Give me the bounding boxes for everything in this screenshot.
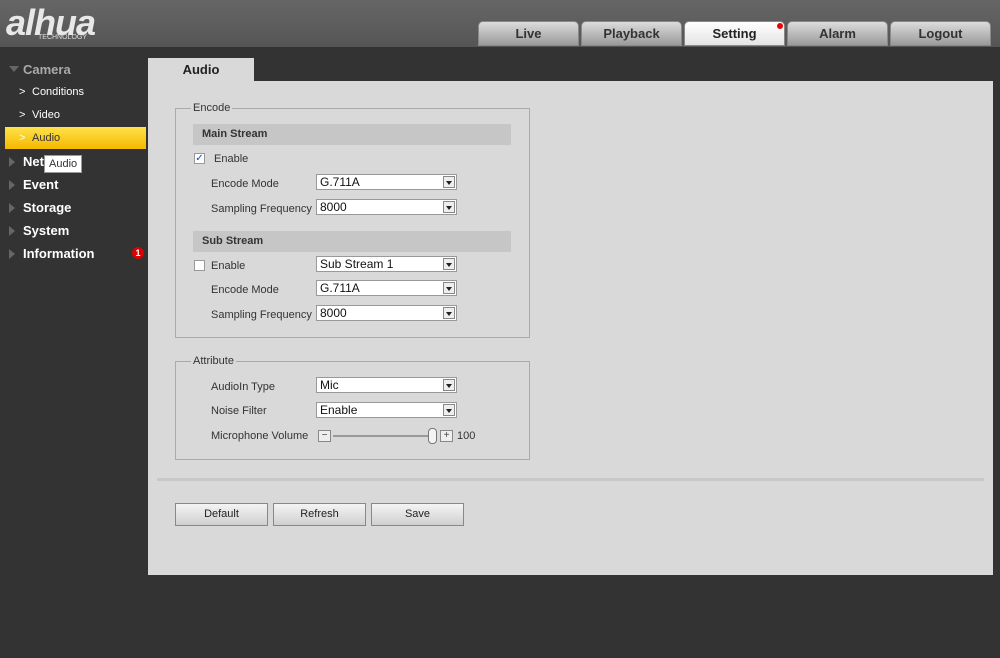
default-button[interactable]: Default	[175, 503, 268, 526]
tab-setting[interactable]: Setting	[684, 21, 785, 46]
tab-logout[interactable]: Logout	[890, 21, 991, 46]
volume-decrease-button[interactable]: −	[318, 430, 331, 442]
value: 8000	[320, 200, 347, 214]
sidebar-item-camera[interactable]: Camera	[0, 58, 148, 81]
attribute-legend: Attribute	[191, 355, 236, 367]
tab-playback[interactable]: Playback	[581, 21, 682, 46]
dropdown-arrow-icon	[443, 282, 455, 294]
sidebar-item-video[interactable]: > Video	[0, 104, 148, 126]
volume-value: 100	[457, 430, 476, 442]
dropdown-arrow-icon	[443, 201, 455, 213]
main-sampling-label: Sampling Frequency	[211, 203, 312, 215]
label: Net	[23, 154, 44, 169]
dropdown-arrow-icon	[443, 176, 455, 188]
page-tab-audio[interactable]: Audio	[148, 58, 254, 82]
main-encode-mode-label: Encode Mode	[211, 178, 279, 190]
main-encode-mode-select[interactable]: G.711A	[316, 174, 457, 190]
value: Enable	[320, 403, 358, 417]
sidebar-item-system[interactable]: System	[0, 219, 148, 242]
sub-stream-header: Sub Stream	[193, 231, 511, 252]
tab-alarm[interactable]: Alarm	[787, 21, 888, 46]
label: System	[23, 223, 70, 238]
expand-icon	[9, 226, 15, 236]
audioin-type-label: AudioIn Type	[211, 381, 276, 393]
dropdown-arrow-icon	[443, 307, 455, 319]
refresh-button[interactable]: Refresh	[273, 503, 366, 526]
sidebar-item-audio[interactable]: > Audio	[5, 127, 146, 149]
main-enable-checkbox[interactable]: ✓	[194, 153, 205, 164]
main-sampling-select[interactable]: 8000	[316, 199, 457, 215]
label: Video	[32, 109, 60, 121]
value: G.711A	[320, 281, 360, 295]
sub-encode-mode-label: Encode Mode	[211, 284, 279, 296]
tooltip: Audio	[44, 155, 83, 173]
noise-filter-label: Noise Filter	[211, 405, 267, 417]
sub-enable-checkbox[interactable]	[194, 260, 205, 271]
sub-sampling-select[interactable]: 8000	[316, 305, 457, 321]
information-badge: 1	[132, 247, 144, 259]
label: Audio	[32, 132, 61, 144]
noise-filter-select[interactable]: Enable	[316, 402, 457, 418]
value: Sub Stream 1	[320, 257, 394, 271]
label: Event	[23, 177, 59, 192]
expand-icon	[9, 203, 15, 213]
dropdown-arrow-icon	[443, 404, 455, 416]
chevron-right-icon: >	[19, 86, 26, 98]
sidebar-item-storage[interactable]: Storage	[0, 196, 148, 219]
expand-icon	[9, 66, 19, 72]
chevron-right-icon: >	[19, 109, 26, 121]
volume-increase-button[interactable]: +	[440, 430, 453, 442]
save-button[interactable]: Save	[371, 503, 464, 526]
sidebar-item-conditions[interactable]: > Conditions	[0, 81, 148, 103]
sub-sampling-label: Sampling Frequency	[211, 309, 312, 321]
divider	[157, 478, 984, 481]
label: Conditions	[32, 86, 84, 98]
sidebar-item-information[interactable]: Information	[0, 242, 148, 265]
sub-enable-label: Enable	[211, 260, 246, 272]
chevron-right-icon: >	[19, 132, 26, 144]
notification-dot	[777, 23, 783, 29]
expand-icon	[9, 180, 15, 190]
value: 8000	[320, 306, 347, 320]
main-stream-header: Main Stream	[193, 124, 511, 145]
logo-subtitle: TECHNOLOGY	[38, 34, 88, 41]
label: Storage	[23, 200, 72, 215]
dropdown-arrow-icon	[443, 258, 455, 270]
audioin-type-select[interactable]: Mic	[316, 377, 457, 393]
volume-slider-thumb[interactable]	[428, 428, 437, 444]
main-enable-label: Enable	[214, 153, 249, 165]
microphone-volume-label: Microphone Volume	[211, 430, 309, 442]
sub-encode-mode-select[interactable]: G.711A	[316, 280, 457, 296]
expand-icon	[9, 249, 15, 259]
sidebar-item-event[interactable]: Event	[0, 173, 148, 196]
volume-slider-track[interactable]	[333, 435, 433, 437]
sub-stream-select[interactable]: Sub Stream 1	[316, 256, 457, 272]
label: Information	[23, 246, 95, 261]
expand-icon	[9, 157, 15, 167]
dropdown-arrow-icon	[443, 379, 455, 391]
label: Camera	[23, 62, 71, 77]
encode-legend: Encode	[191, 102, 233, 114]
tab-live[interactable]: Live	[478, 21, 579, 46]
value: G.711A	[320, 175, 360, 189]
value: Mic	[320, 378, 339, 392]
